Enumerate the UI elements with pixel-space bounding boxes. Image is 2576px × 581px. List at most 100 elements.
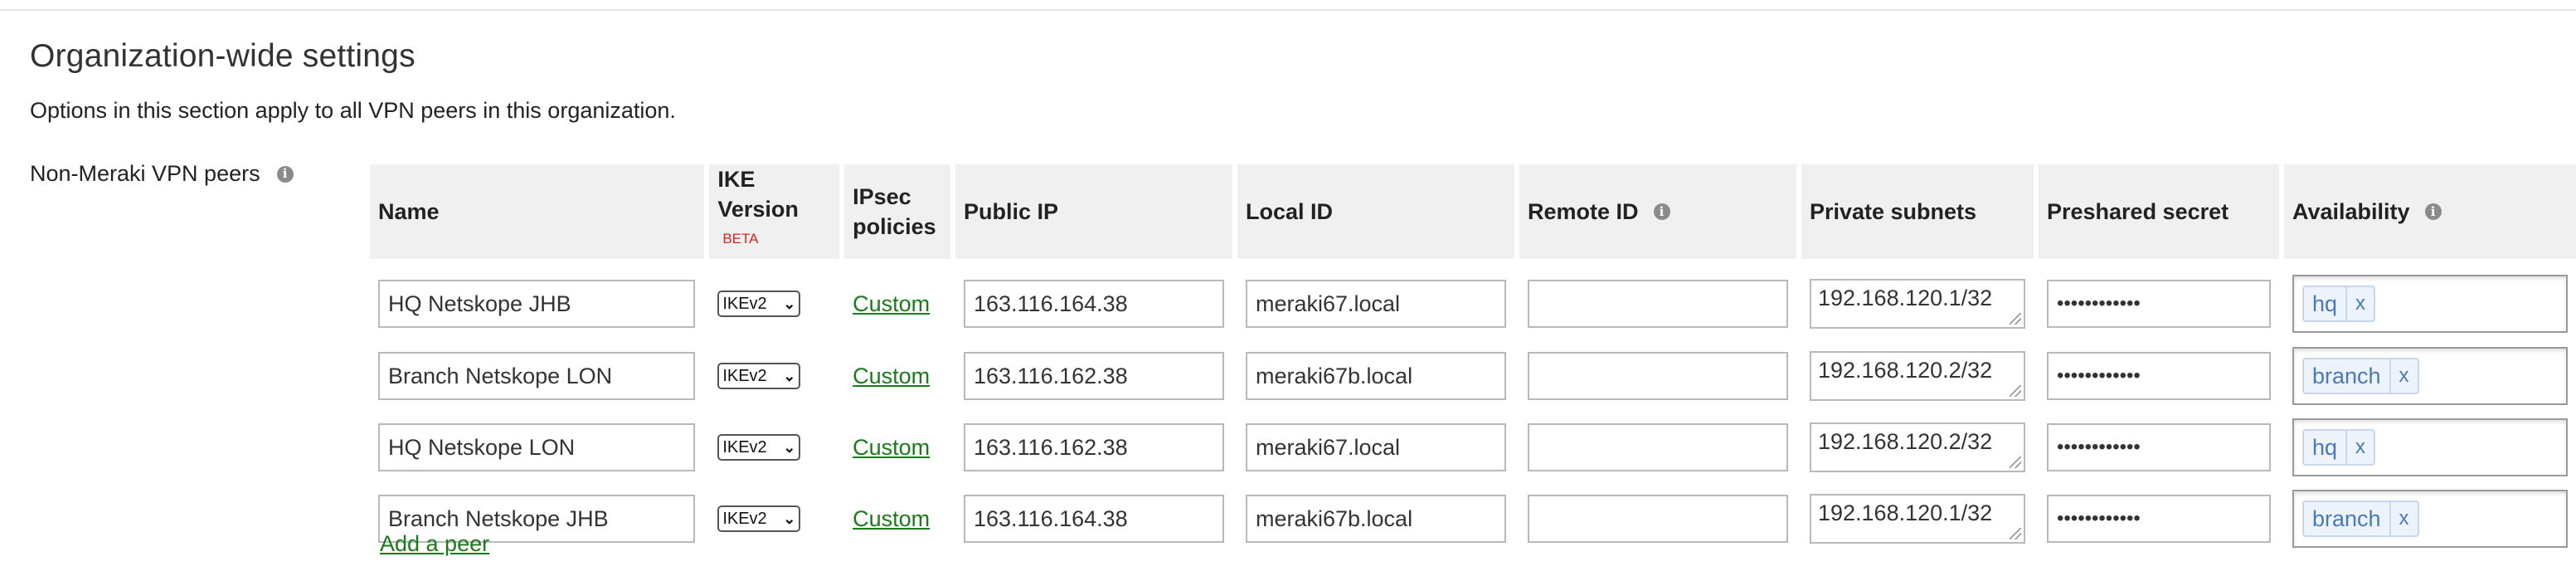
tag-label: branch [2311,505,2381,531]
ike-version-select[interactable]: IKEv2 ⌄ [717,505,801,532]
ike-version-value: IKEv2 [722,366,767,385]
resize-grip-icon[interactable] [2009,528,2021,540]
ike-version-value: IKEv2 [722,294,767,313]
availability-tag-input[interactable]: branch x [2292,347,2568,405]
private-subnets-cell: 192.168.120.1/32 [1796,259,2034,340]
ike-cell: IKEv2 ⌄ [704,340,839,412]
header-public-ip: Public IP [950,164,1232,259]
private-subnets-value: 192.168.120.1/32 [1817,286,1993,310]
chevron-down-icon: ⌄ [783,295,796,312]
remote-id-input[interactable] [1527,352,1788,400]
resize-grip-icon[interactable] [2009,456,2021,468]
ike-version-select[interactable]: IKEv2 ⌄ [717,290,801,317]
public-ip-input[interactable]: 163.116.164.38 [963,495,1224,543]
private-subnets-value: 192.168.120.1/32 [1817,500,1993,525]
header-preshared-secret-text: Preshared secret [2046,199,2229,224]
table-row: Branch Netskope JHB IKEv2 ⌄ Custom 163.11… [370,483,2576,554]
ipsec-policies-link[interactable]: Custom [853,291,930,316]
tag-label: hq [2311,434,2338,460]
remove-tag-button[interactable]: x [2345,431,2374,464]
header-remote-id: Remote ID i [1514,164,1796,259]
remove-tag-button[interactable]: x [2345,287,2374,320]
public-ip-cell: 163.116.164.38 [950,483,1232,554]
remove-tag-button[interactable]: x [2389,502,2418,535]
ipsec-policies-link[interactable]: Custom [853,506,930,531]
local-id-input[interactable]: meraki67b.local [1245,495,1506,543]
private-subnets-value: 192.168.120.2/32 [1817,358,1993,383]
info-icon[interactable]: i [276,165,294,183]
ipsec-policies-link[interactable]: Custom [853,364,930,388]
private-subnets-textarea[interactable]: 192.168.120.2/32 [1809,422,2025,472]
preshared-secret-input[interactable]: •••••••••••• [2046,423,2271,471]
header-availability-text: Availability [2292,199,2410,224]
ike-version-select[interactable]: IKEv2 ⌄ [717,363,801,389]
header-ike-text: IKE Version [717,167,799,222]
header-availability-wrap: Availability i [2292,197,2568,227]
section-title: Organization-wide settings [30,38,416,74]
local-id-input[interactable]: meraki67b.local [1245,352,1506,400]
availability-tag-input[interactable]: hq x [2292,275,2568,333]
header-private-subnets: Private subnets [1796,164,2034,259]
private-subnets-textarea[interactable]: 192.168.120.1/32 [1809,279,2025,329]
header-private-subnets-text: Private subnets [1809,199,1977,224]
header-name-text: Name [378,199,440,224]
remote-id-input[interactable] [1527,280,1788,328]
private-subnets-textarea[interactable]: 192.168.120.1/32 [1809,494,2025,544]
remote-id-input[interactable] [1527,495,1788,543]
info-icon[interactable]: i [2424,203,2442,220]
private-subnets-value: 192.168.120.2/32 [1817,429,1993,454]
local-id-cell: meraki67.local [1232,412,1514,483]
local-id-cell: meraki67b.local [1232,483,1514,554]
header-ipsec-text: IPsec policies [853,184,936,239]
remote-id-cell [1514,483,1796,554]
header-availability: Availability i [2278,164,2576,259]
add-peer-link[interactable]: Add a peer [380,531,489,557]
public-ip-input[interactable]: 163.116.164.38 [963,280,1224,328]
ike-version-value: IKEv2 [722,437,767,456]
header-public-ip-text: Public IP [963,199,1059,224]
preshared-secret-input[interactable]: •••••••••••• [2046,352,2271,400]
info-icon[interactable]: i [1653,203,1670,220]
peer-name-input[interactable]: HQ Netskope LON [378,423,695,471]
ike-version-select[interactable]: IKEv2 ⌄ [717,434,801,461]
availability-cell: branch x [2278,483,2576,554]
ipsec-cell: Custom [839,340,950,412]
resize-grip-icon[interactable] [2009,313,2021,325]
private-subnets-textarea[interactable]: 192.168.120.2/32 [1809,351,2025,401]
availability-tag: branch x [2301,358,2419,394]
ike-cell: IKEv2 ⌄ [704,412,839,483]
public-ip-input[interactable]: 163.116.162.38 [963,423,1224,471]
public-ip-input[interactable]: 163.116.162.38 [963,352,1224,400]
availability-cell: branch x [2278,340,2576,412]
name-cell: HQ Netskope LON [370,412,704,483]
public-ip-cell: 163.116.164.38 [950,259,1232,340]
header-ipsec-policies: IPsec policies [839,164,950,259]
remote-id-cell [1514,259,1796,340]
availability-tag-input[interactable]: hq x [2292,418,2568,476]
resize-grip-icon[interactable] [2009,385,2021,397]
remote-id-input[interactable] [1527,423,1788,471]
preshared-secret-input[interactable]: •••••••••••• [2046,495,2271,543]
local-id-cell: meraki67b.local [1232,340,1514,412]
availability-tag: branch x [2301,500,2419,537]
tag-label: hq [2311,290,2338,316]
chevron-down-icon: ⌄ [783,438,796,456]
ipsec-cell: Custom [839,412,950,483]
public-ip-cell: 163.116.162.38 [950,340,1232,412]
chevron-down-icon: ⌄ [783,510,796,527]
local-id-input[interactable]: meraki67.local [1245,423,1506,471]
header-preshared-secret: Preshared secret [2033,164,2279,259]
availability-cell: hq x [2278,412,2576,483]
tag-label: branch [2311,363,2381,388]
remote-id-cell [1514,340,1796,412]
local-id-input[interactable]: meraki67.local [1245,280,1506,328]
availability-tag-input[interactable]: branch x [2292,490,2568,548]
ipsec-policies-link[interactable]: Custom [853,435,930,460]
secret-cell: •••••••••••• [2033,259,2279,340]
peer-name-input[interactable]: Branch Netskope LON [378,352,695,400]
private-subnets-cell: 192.168.120.2/32 [1796,340,2034,412]
ike-cell: IKEv2 ⌄ [704,483,839,554]
preshared-secret-input[interactable]: •••••••••••• [2046,280,2271,328]
remove-tag-button[interactable]: x [2389,359,2418,393]
peer-name-input[interactable]: HQ Netskope JHB [378,280,695,328]
